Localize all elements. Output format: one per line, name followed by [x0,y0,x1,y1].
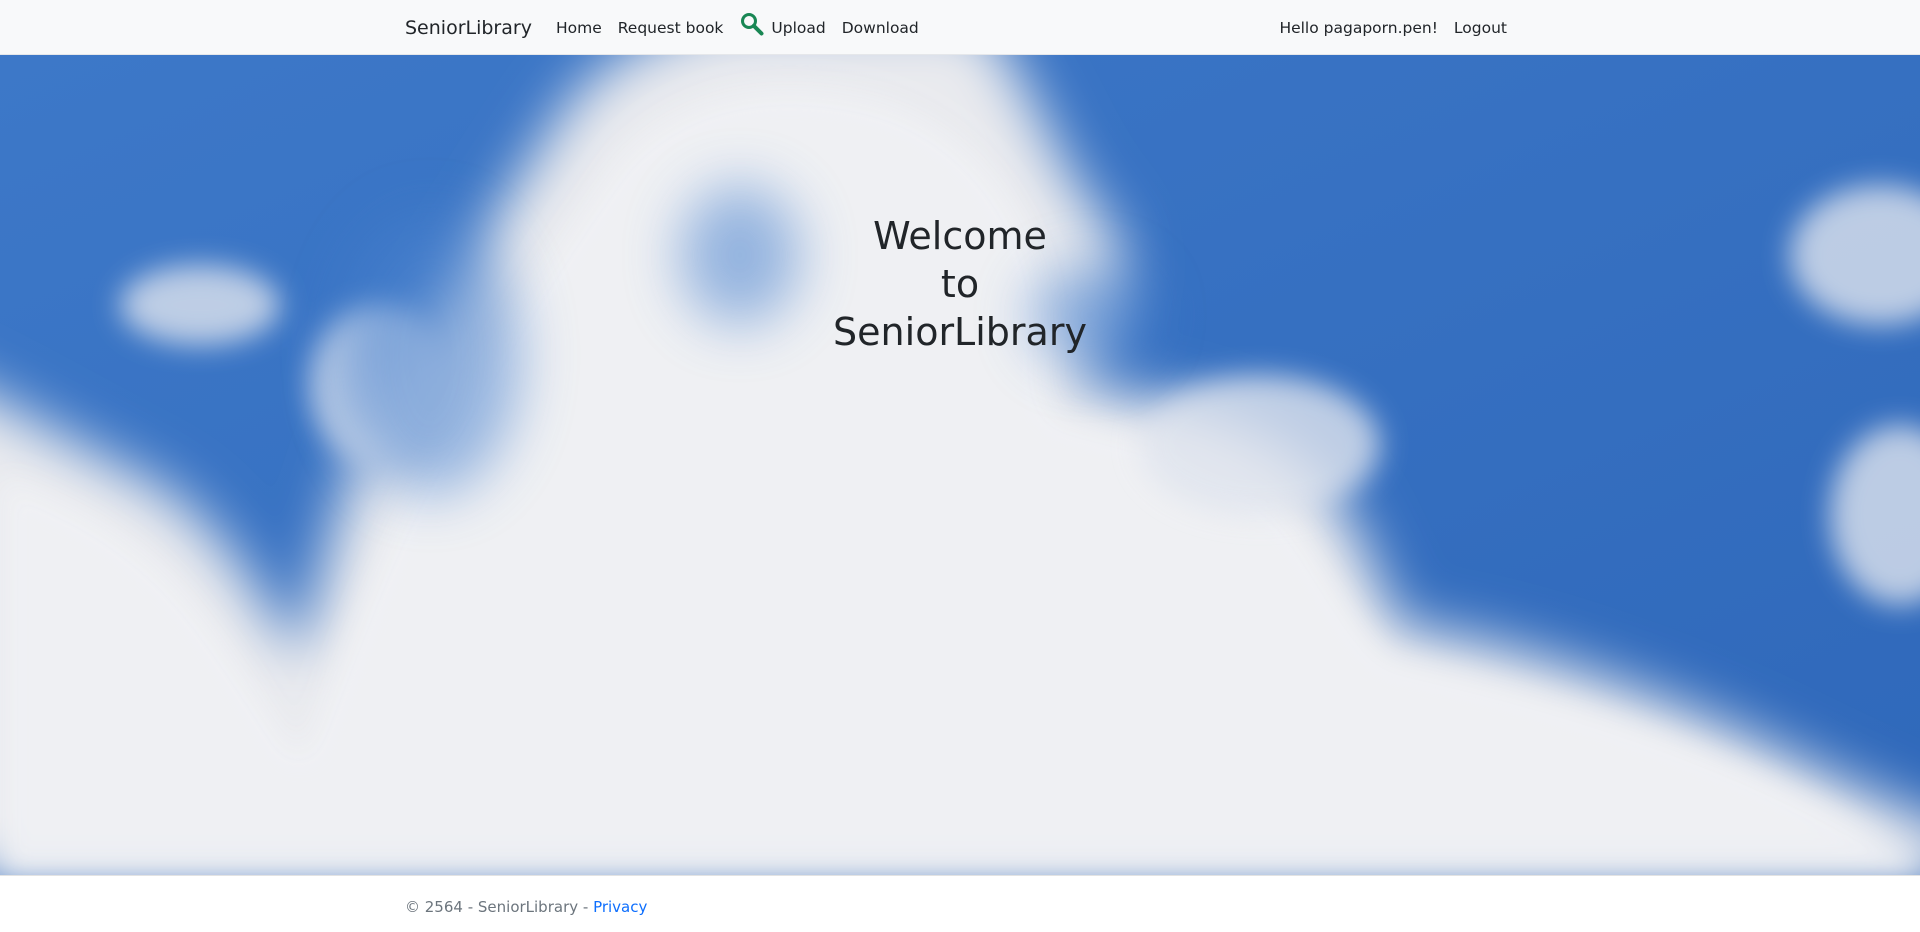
nav-link-upload[interactable]: Upload [771,19,825,37]
welcome-line-3: SeniorLibrary [833,310,1087,355]
user-greeting-link[interactable]: Hello pagaporn.pen! [1279,19,1437,37]
nav-link-home[interactable]: Home [556,19,602,37]
welcome-line-1: Welcome [873,214,1047,259]
welcome-heading: Welcome to SeniorLibrary [760,212,1160,356]
search-icon[interactable] [739,11,765,37]
welcome-line-2: to [940,262,980,307]
page-footer: © 2564 - SeniorLibrary - Privacy [0,875,1920,932]
footer-copyright: © 2564 - SeniorLibrary - [405,898,594,916]
footer-text: © 2564 - SeniorLibrary - Privacy [405,898,647,916]
hero-background: Welcome to SeniorLibrary [0,55,1920,875]
brand-link[interactable]: SeniorLibrary [405,17,532,39]
sky-clouds-image [0,55,1920,875]
nav-link-request-book[interactable]: Request book [618,19,724,37]
privacy-link[interactable]: Privacy [593,898,647,916]
nav-link-download[interactable]: Download [842,19,919,37]
logout-link[interactable]: Logout [1454,19,1507,37]
navbar-container: SeniorLibrary Home Request book Upload D… [405,0,1507,55]
navbar-user-area: Hello pagaporn.pen! Logout [1279,19,1507,37]
top-navbar: SeniorLibrary Home Request book Upload D… [0,0,1920,55]
